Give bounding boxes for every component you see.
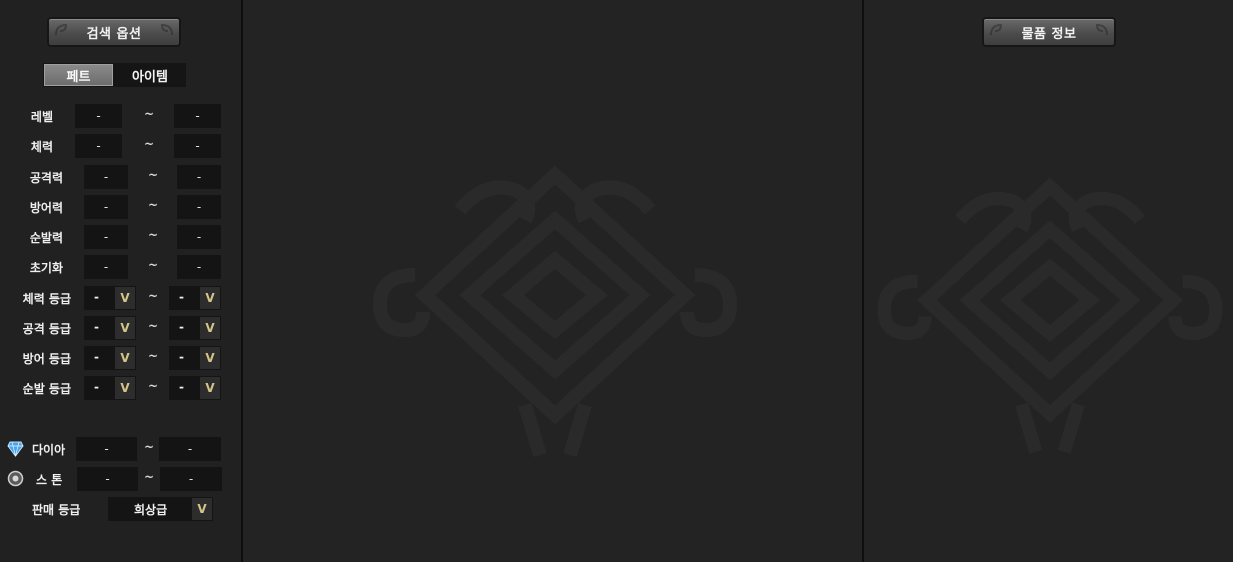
chevron-down-icon[interactable]: V (200, 287, 220, 309)
filter-row-attack: 공격력 - ~ - (0, 165, 241, 189)
reset-max-input[interactable]: - (177, 255, 221, 279)
range-separator: ~ (148, 258, 159, 272)
filter-row-attack-grade: 공격 등급 - V ~ - V (0, 316, 241, 340)
select-value: - (179, 380, 184, 394)
defense-min-input[interactable]: - (84, 195, 128, 219)
attack-grade-min-select[interactable]: - V (84, 316, 136, 340)
select-value: - (179, 320, 184, 334)
chevron-down-icon[interactable]: V (115, 347, 135, 369)
category-tabs: 페트 아이템 (43, 63, 186, 87)
attack-grade-max-select[interactable]: - V (169, 316, 221, 340)
defense-grade-min-select[interactable]: - V (84, 346, 136, 370)
filter-label: 체력 등급 (22, 292, 71, 306)
filter-row-agility: 순발력 - ~ - (0, 225, 241, 249)
filter-label: 초기화 (29, 261, 63, 275)
diamond-min-input[interactable]: - (76, 437, 137, 461)
chevron-down-icon[interactable]: V (200, 347, 220, 369)
defense-grade-max-select[interactable]: - V (169, 346, 221, 370)
filter-label: 레벨 (30, 110, 53, 124)
range-separator: ~ (148, 319, 159, 333)
filter-label: 순발력 (29, 231, 63, 245)
chevron-down-icon[interactable]: V (192, 498, 212, 520)
agility-grade-max-select[interactable]: - V (169, 376, 221, 400)
filter-label: 방어력 (29, 201, 63, 215)
hp-max-input[interactable]: - (174, 134, 221, 158)
chevron-down-icon[interactable]: V (115, 317, 135, 339)
level-max-input[interactable]: - (174, 104, 221, 128)
range-separator: ~ (148, 228, 159, 242)
swirl-ornament-icon (55, 23, 68, 36)
range-separator: ~ (144, 137, 155, 151)
filter-row-reset: 초기화 - ~ - (0, 255, 241, 279)
filter-label: 공격 등급 (22, 322, 71, 336)
sale-grade-select[interactable]: 희상급 V (108, 497, 213, 521)
select-value: - (179, 350, 184, 364)
range-separator: ~ (144, 470, 155, 484)
filter-row-defense-grade: 방어 등급 - V ~ - V (0, 346, 241, 370)
swirl-ornament-icon (1095, 23, 1108, 36)
range-separator: ~ (148, 349, 159, 363)
hp-grade-min-select[interactable]: - V (84, 286, 136, 310)
swirl-ornament-icon (160, 23, 173, 36)
filter-label: 방어 등급 (22, 352, 71, 366)
chevron-down-icon[interactable]: V (200, 377, 220, 399)
select-value: - (94, 290, 99, 304)
stone-max-input[interactable]: - (160, 467, 222, 491)
select-value: - (94, 380, 99, 394)
search-options-title: 검색 옵션 (86, 26, 142, 42)
chevron-down-icon[interactable]: V (115, 287, 135, 309)
select-value: - (94, 320, 99, 334)
range-separator: ~ (148, 289, 159, 303)
diamond-max-input[interactable]: - (159, 437, 221, 461)
filter-label: 다이아 (32, 443, 66, 457)
filter-row-agility-grade: 순발 등급 - V ~ - V (0, 376, 241, 400)
attack-max-input[interactable]: - (177, 165, 221, 189)
range-separator: ~ (148, 198, 159, 212)
range-separator: ~ (144, 107, 155, 121)
select-value: - (94, 350, 99, 364)
filter-row-hp-grade: 체력 등급 - V ~ - V (0, 286, 241, 310)
agility-max-input[interactable]: - (177, 225, 221, 249)
agility-min-input[interactable]: - (84, 225, 128, 249)
agility-grade-min-select[interactable]: - V (84, 376, 136, 400)
swirl-ornament-icon (990, 23, 1003, 36)
defense-max-input[interactable]: - (177, 195, 221, 219)
filter-label: 공격력 (29, 171, 63, 185)
watermark-emblem-right (877, 177, 1223, 454)
range-separator: ~ (148, 168, 159, 182)
filter-row-defense: 방어력 - ~ - (0, 195, 241, 219)
filter-row-diamond: 다이아 - ~ - (0, 437, 241, 461)
select-value: - (179, 290, 184, 304)
stone-min-input[interactable]: - (77, 467, 138, 491)
reset-min-input[interactable]: - (84, 255, 128, 279)
chevron-down-icon[interactable]: V (115, 377, 135, 399)
tab-item[interactable]: 아이템 (115, 64, 185, 86)
range-separator: ~ (148, 379, 159, 393)
filter-label: 순발 등급 (22, 382, 71, 396)
range-separator: ~ (144, 440, 155, 454)
watermark-emblem-center (372, 165, 738, 458)
filter-row-sale-grade: 판매 등급 희상급 V (0, 497, 241, 521)
level-min-input[interactable]: - (75, 104, 122, 128)
filter-label: 판매 등급 (32, 503, 81, 517)
filter-label: 스 톤 (36, 473, 63, 487)
stone-icon (7, 470, 24, 487)
item-info-header: 물품 정보 (982, 17, 1116, 47)
filter-row-hp: 체력 - ~ - (0, 134, 241, 158)
diamond-icon (7, 441, 24, 457)
filter-label: 체력 (30, 140, 53, 154)
filter-row-level: 레벨 - ~ - (0, 104, 241, 128)
item-info-title: 물품 정보 (1021, 26, 1077, 42)
hp-grade-max-select[interactable]: - V (169, 286, 221, 310)
tab-pet[interactable]: 페트 (44, 64, 113, 86)
chevron-down-icon[interactable]: V (200, 317, 220, 339)
search-options-header: 검색 옵션 (47, 17, 181, 47)
filter-row-stone: 스 톤 - ~ - (0, 467, 241, 491)
select-value: 희상급 (134, 503, 168, 517)
hp-min-input[interactable]: - (75, 134, 122, 158)
attack-min-input[interactable]: - (84, 165, 128, 189)
